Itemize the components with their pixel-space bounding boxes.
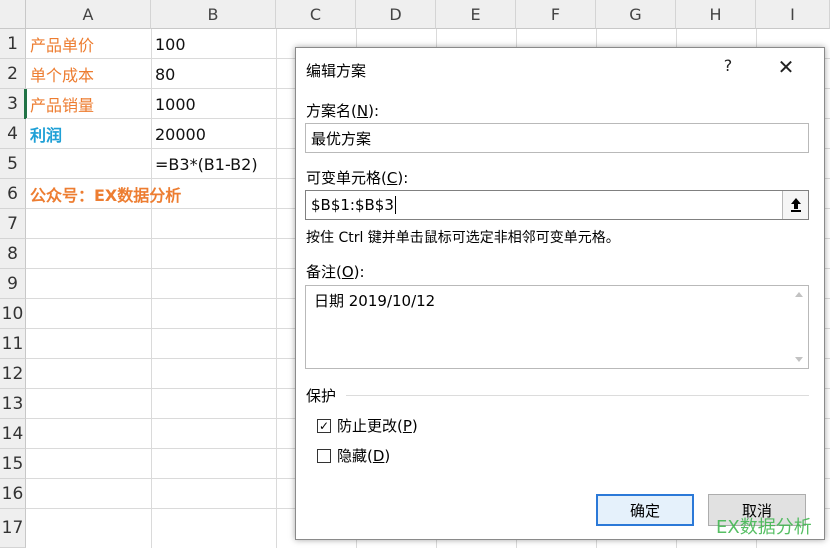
checkbox-checked-icon[interactable]: ✓ bbox=[317, 418, 331, 433]
row-header-8[interactable]: 8 bbox=[0, 239, 26, 269]
row-header-1[interactable]: 1 bbox=[0, 29, 26, 59]
row-header-12[interactable]: 12 bbox=[0, 359, 26, 389]
row-header-11[interactable]: 11 bbox=[0, 329, 26, 359]
ok-button[interactable]: 确定 bbox=[596, 494, 694, 526]
scenario-name-input[interactable]: 最优方案 bbox=[305, 123, 809, 153]
column-header-c[interactable]: C bbox=[276, 0, 356, 29]
cell-a3[interactable]: 产品销量 bbox=[26, 89, 94, 119]
range-select-icon bbox=[790, 198, 801, 212]
scroll-up-icon[interactable] bbox=[795, 292, 803, 297]
column-header-h[interactable]: H bbox=[676, 0, 756, 29]
group-divider bbox=[346, 395, 809, 396]
row-header-16[interactable]: 16 bbox=[0, 479, 26, 509]
row-header-15[interactable]: 15 bbox=[0, 449, 26, 479]
protection-group-label: 保护 bbox=[306, 387, 337, 405]
prevent-changes-checkbox[interactable]: ✓ 防止更改(P) bbox=[317, 415, 418, 436]
cell-a4[interactable]: 利润 bbox=[26, 119, 62, 149]
watermark: EX数据分析 bbox=[716, 517, 812, 538]
cell-a1[interactable]: 产品单价 bbox=[26, 29, 94, 59]
row-header-17[interactable]: 17 bbox=[0, 509, 26, 548]
changing-cells-input[interactable]: $B$1:$B$3 bbox=[305, 190, 809, 220]
comment-textarea[interactable]: 日期 2019/10/12 bbox=[305, 285, 809, 369]
comment-scrollbar[interactable] bbox=[790, 286, 808, 368]
help-button[interactable]: ? bbox=[716, 56, 740, 75]
row-header-5[interactable]: 5 bbox=[0, 149, 26, 179]
row-header-14[interactable]: 14 bbox=[0, 419, 26, 449]
column-header-d[interactable]: D bbox=[356, 0, 436, 29]
row-header-4[interactable]: 4 bbox=[0, 119, 26, 149]
column-header-g[interactable]: G bbox=[596, 0, 676, 29]
collapse-dialog-button[interactable] bbox=[782, 191, 808, 219]
row-header-2[interactable]: 2 bbox=[0, 59, 26, 89]
changing-cells-label: 可变单元格(C): bbox=[306, 169, 409, 187]
text-caret bbox=[394, 196, 396, 214]
cell-a6[interactable]: 公众号：EX数据分析 bbox=[26, 179, 181, 209]
column-header-a[interactable]: A bbox=[26, 0, 151, 29]
column-header-f[interactable]: F bbox=[516, 0, 596, 29]
grid-line bbox=[276, 29, 277, 548]
cell-b3[interactable]: 1000 bbox=[151, 89, 196, 119]
row-header-6[interactable]: 6 bbox=[0, 179, 26, 209]
cell-b2[interactable]: 80 bbox=[151, 59, 175, 89]
cell-a2[interactable]: 单个成本 bbox=[26, 59, 94, 89]
dialog-title: 编辑方案 bbox=[306, 62, 367, 80]
select-all-corner[interactable] bbox=[0, 0, 26, 29]
ctrl-hint-text: 按住 Ctrl 键并单击鼠标可选定非相邻可变单元格。 bbox=[306, 230, 620, 246]
cell-b4[interactable]: 20000 bbox=[151, 119, 206, 149]
row-header-10[interactable]: 10 bbox=[0, 299, 26, 329]
row-header-3[interactable]: 3 bbox=[0, 89, 26, 119]
checkbox-unchecked-icon[interactable] bbox=[317, 448, 331, 463]
column-header-i[interactable]: I bbox=[756, 0, 830, 29]
row-header-13[interactable]: 13 bbox=[0, 389, 26, 419]
cell-b1[interactable]: 100 bbox=[151, 29, 186, 59]
edit-scenario-dialog: 编辑方案 ? ✕ 方案名(N): 最优方案 可变单元格(C): $B$1:$B$… bbox=[295, 47, 825, 540]
hide-checkbox[interactable]: 隐藏(D) bbox=[317, 445, 390, 466]
close-icon[interactable]: ✕ bbox=[774, 56, 798, 78]
column-header-b[interactable]: B bbox=[151, 0, 276, 29]
column-header-e[interactable]: E bbox=[436, 0, 516, 29]
row-header-7[interactable]: 7 bbox=[0, 209, 26, 239]
cell-b5[interactable]: =B3*(B1-B2) bbox=[151, 149, 258, 179]
scenario-name-label: 方案名(N): bbox=[306, 102, 379, 120]
comment-label: 备注(O): bbox=[306, 263, 365, 281]
scroll-down-icon[interactable] bbox=[795, 357, 803, 362]
row-header-9[interactable]: 9 bbox=[0, 269, 26, 299]
